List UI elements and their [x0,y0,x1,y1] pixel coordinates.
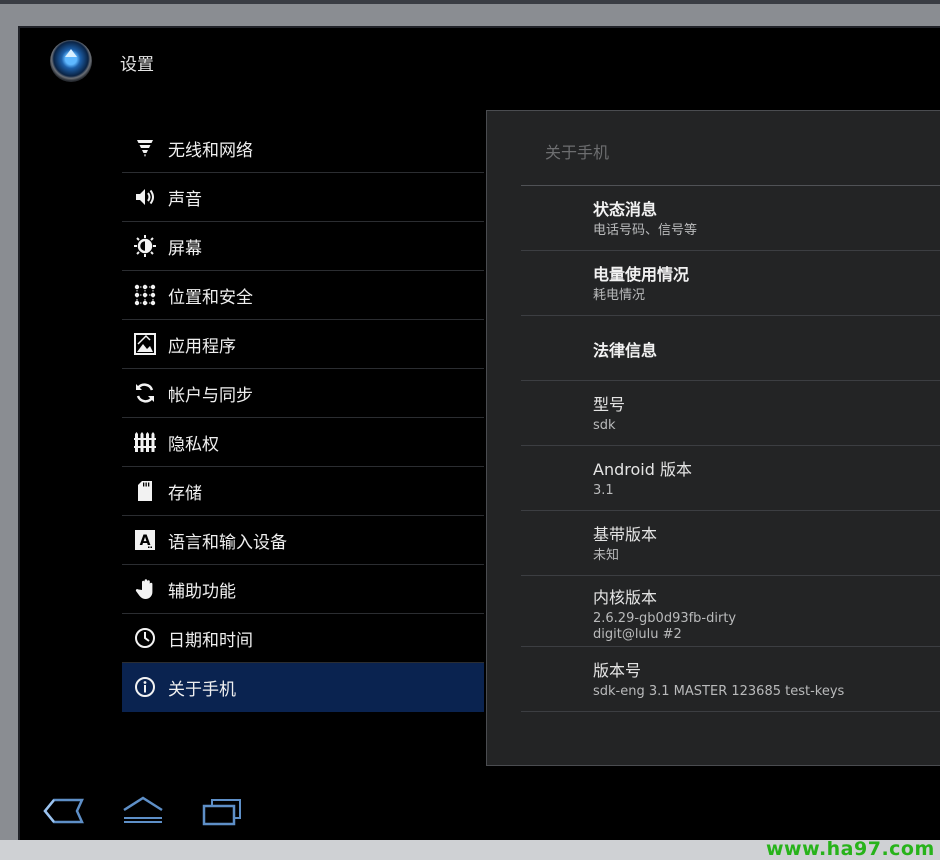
menu-item-label: 关于手机 [168,679,236,700]
detail-title: Android 版本 [593,460,692,479]
detail-title: 型号 [593,395,626,414]
detail-build-number: 版本号 sdk-eng 3.1 MASTER 123685 test-keys [521,647,940,712]
detail-title: 电量使用情况 [593,265,690,284]
sync-icon [130,378,160,408]
detail-legal-info[interactable]: 法律信息 [521,316,940,381]
detail-android-version: Android 版本 3.1 [521,446,940,511]
speaker-icon [130,182,160,212]
menu-item-label: 日期和时间 [168,630,253,651]
detail-kernel-version: 内核版本 2.6.29-gb0d93fb-dirty digit@lulu #2 [521,576,940,647]
language-icon: A [130,525,160,555]
menu-item-label: 语言和输入设备 [168,532,287,553]
recent-apps-icon[interactable] [200,794,244,828]
pane-title: 关于手机 [545,143,610,162]
top-border [0,0,940,4]
detail-summary: 耗电情况 [593,288,646,303]
detail-title: 内核版本 [593,588,658,607]
menu-item-label: 屏幕 [168,238,202,259]
about-phone-pane: 关于手机 状态消息 电话号码、信号等 电量使用情况 耗电情况 法律信息 型号 s… [486,110,940,766]
menu-item-date-time[interactable]: 日期和时间 [122,614,484,663]
menu-item-accounts-sync[interactable]: 帐户与同步 [122,369,484,418]
wireless-icon [130,133,160,163]
menu-item-label: 位置和安全 [168,287,253,308]
page-title: 设置 [120,55,154,75]
sd-card-icon [130,476,160,506]
watermark-text: www.ha97.com [766,838,935,860]
menu-item-wireless[interactable]: 无线和网络 [122,124,484,173]
menu-item-language-input[interactable]: A 语言和输入设备 [122,516,484,565]
menu-item-display[interactable]: 屏幕 [122,222,484,271]
detail-model: 型号 sdk [521,381,940,446]
privacy-icon [130,427,160,457]
menu-item-about-phone[interactable]: 关于手机 [122,663,484,712]
detail-summary: 3.1 [593,483,614,498]
tablet-screen: 设置 无线和网络 声音 屏幕 位置和安全 应用程序 帐户与同步 隐私权 存储 A… [18,26,940,840]
detail-summary: 电话号码、信号等 [593,223,698,238]
detail-summary: sdk-eng 3.1 MASTER 123685 test-keys [593,684,845,699]
menu-item-storage[interactable]: 存储 [122,467,484,516]
app-icon-arrow [65,49,77,57]
home-icon[interactable] [120,794,166,828]
detail-summary: sdk [593,418,616,433]
brightness-icon [130,231,160,261]
applications-icon [130,329,160,359]
detail-title: 版本号 [593,661,642,680]
detail-battery-use[interactable]: 电量使用情况 耗电情况 [521,251,940,316]
menu-item-privacy[interactable]: 隐私权 [122,418,484,467]
menu-item-label: 无线和网络 [168,140,253,161]
info-icon [130,672,160,702]
menu-item-applications[interactable]: 应用程序 [122,320,484,369]
kernel-version-line2: digit@lulu #2 [593,627,682,642]
menu-item-label: 隐私权 [168,434,219,455]
kernel-version-line1: 2.6.29-gb0d93fb-dirty [593,611,737,626]
detail-status[interactable]: 状态消息 电话号码、信号等 [521,186,940,251]
menu-item-label: 帐户与同步 [168,385,253,406]
back-icon[interactable] [42,794,86,828]
about-phone-list: 状态消息 电话号码、信号等 电量使用情况 耗电情况 法律信息 型号 sdk An… [521,186,940,712]
detail-title: 状态消息 [593,200,658,219]
menu-item-label: 声音 [168,189,202,210]
menu-item-accessibility[interactable]: 辅助功能 [122,565,484,614]
detail-title: 法律信息 [593,341,658,360]
hand-icon [130,574,160,604]
menu-item-label: 辅助功能 [168,581,236,602]
menu-item-location-security[interactable]: 位置和安全 [122,271,484,320]
menu-item-label: 存储 [168,483,202,504]
detail-summary: 未知 [593,548,620,563]
detail-summary: 2.6.29-gb0d93fb-dirty digit@lulu #2 [593,611,940,643]
detail-title: 基带版本 [593,525,658,544]
clock-icon [130,623,160,653]
menu-item-sound[interactable]: 声音 [122,173,484,222]
menu-item-label: 应用程序 [168,336,236,357]
detail-baseband-version: 基带版本 未知 [521,511,940,576]
settings-menu: 无线和网络 声音 屏幕 位置和安全 应用程序 帐户与同步 隐私权 存储 A 语言… [122,124,484,712]
settings-app-icon[interactable] [50,40,92,82]
location-security-icon [130,280,160,310]
